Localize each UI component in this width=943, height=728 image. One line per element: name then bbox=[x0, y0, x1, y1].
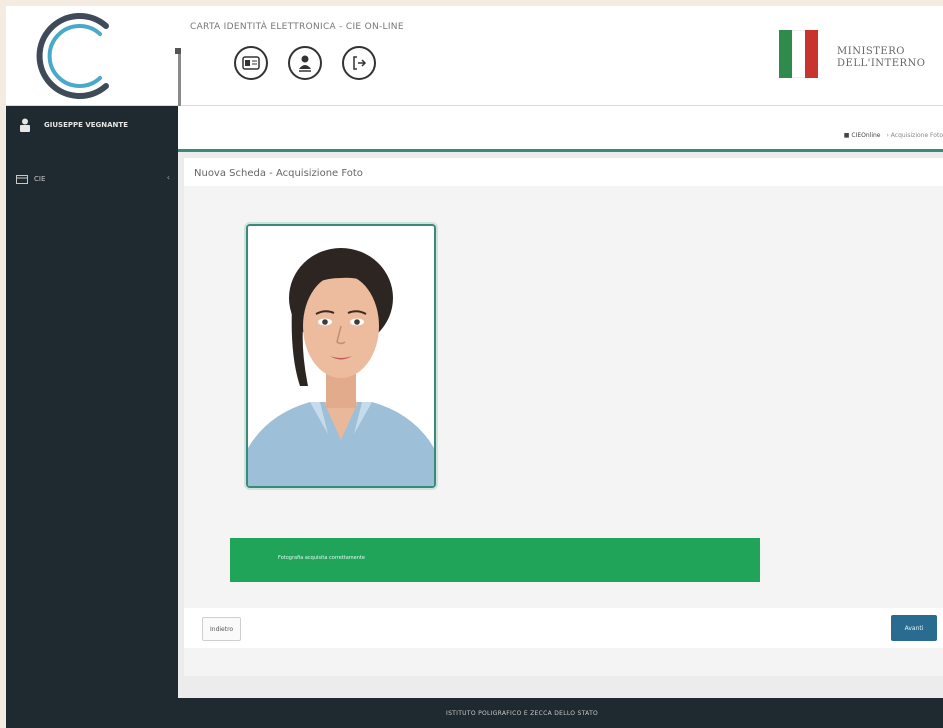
page-footer: ISTITUTO POLIGRAFICO E ZECCA DELLO STATO bbox=[6, 698, 943, 728]
ministry-name: MINISTERO DELL'INTERNO bbox=[837, 46, 926, 70]
user-profile[interactable]: GIUSEPPE VEGNANTE bbox=[20, 118, 128, 132]
ministry-logo: MINISTERO DELL'INTERNO bbox=[779, 30, 943, 80]
ministry-line-2: DELL'INTERNO bbox=[837, 58, 926, 69]
breadcrumb-home[interactable]: ■ CIEOnline bbox=[844, 132, 881, 139]
top-header: CARTA IDENTITÀ ELETTRONICA - CIE ON-LINE bbox=[6, 6, 943, 128]
portrait-photo[interactable] bbox=[246, 224, 436, 488]
app-window: CARTA IDENTITÀ ELETTRONICA - CIE ON-LINE bbox=[6, 6, 943, 728]
footer-text: ISTITUTO POLIGRAFICO E ZECCA DELLO STATO bbox=[446, 710, 599, 717]
app-title: CARTA IDENTITÀ ELETTRONICA - CIE ON-LINE bbox=[190, 22, 404, 32]
breadcrumb-current: Acquisizione Foto bbox=[890, 132, 943, 139]
user-name: GIUSEPPE VEGNANTE bbox=[44, 121, 128, 129]
breadcrumb-home-label: CIEOnline bbox=[851, 132, 881, 139]
breadcrumb: ■ CIEOnline › Acquisizione Foto bbox=[844, 132, 943, 139]
flag-green bbox=[779, 30, 792, 78]
logout-button[interactable] bbox=[342, 46, 376, 80]
italian-flag-icon bbox=[779, 30, 819, 78]
user-download-icon bbox=[299, 55, 311, 72]
sidebar-item-cie[interactable]: CIE ‹ bbox=[6, 168, 178, 190]
app-logo[interactable] bbox=[6, 6, 178, 106]
photo-panel: Nuova Scheda - Acquisizione Foto Fotogra… bbox=[184, 158, 943, 676]
back-button[interactable]: Indietro bbox=[202, 617, 242, 641]
logo-c-icon bbox=[36, 13, 109, 99]
panel-header: Nuova Scheda - Acquisizione Foto bbox=[184, 158, 943, 186]
panel-title: Nuova Scheda - Acquisizione Foto bbox=[194, 168, 363, 179]
flag-red bbox=[805, 30, 818, 78]
sidebar-item-label: CIE bbox=[34, 175, 46, 183]
success-message: Fotografia acquisita correttamente bbox=[278, 555, 365, 561]
user-icon bbox=[20, 118, 30, 132]
portrait-image bbox=[248, 226, 434, 486]
main-content: ■ CIEOnline › Acquisizione Foto Nuova Sc… bbox=[178, 106, 943, 698]
next-button[interactable]: Avanti bbox=[891, 615, 937, 641]
breadcrumb-bar: ■ CIEOnline › Acquisizione Foto bbox=[178, 106, 943, 152]
chevron-left-icon: ‹ bbox=[166, 173, 170, 182]
form-actions: Indietro Avanti bbox=[184, 608, 943, 648]
id-card-button[interactable] bbox=[234, 46, 268, 80]
sidebar: GIUSEPPE VEGNANTE CIE ‹ bbox=[6, 106, 178, 728]
success-alert: Fotografia acquisita correttamente bbox=[230, 538, 760, 582]
logout-icon bbox=[353, 56, 367, 70]
card-icon bbox=[16, 174, 28, 184]
menu-toggle-icon[interactable] bbox=[175, 48, 181, 54]
user-download-button[interactable] bbox=[288, 46, 322, 80]
ministry-line-1: MINISTERO bbox=[837, 46, 905, 57]
flag-white bbox=[792, 30, 805, 78]
id-card-icon bbox=[242, 56, 260, 70]
